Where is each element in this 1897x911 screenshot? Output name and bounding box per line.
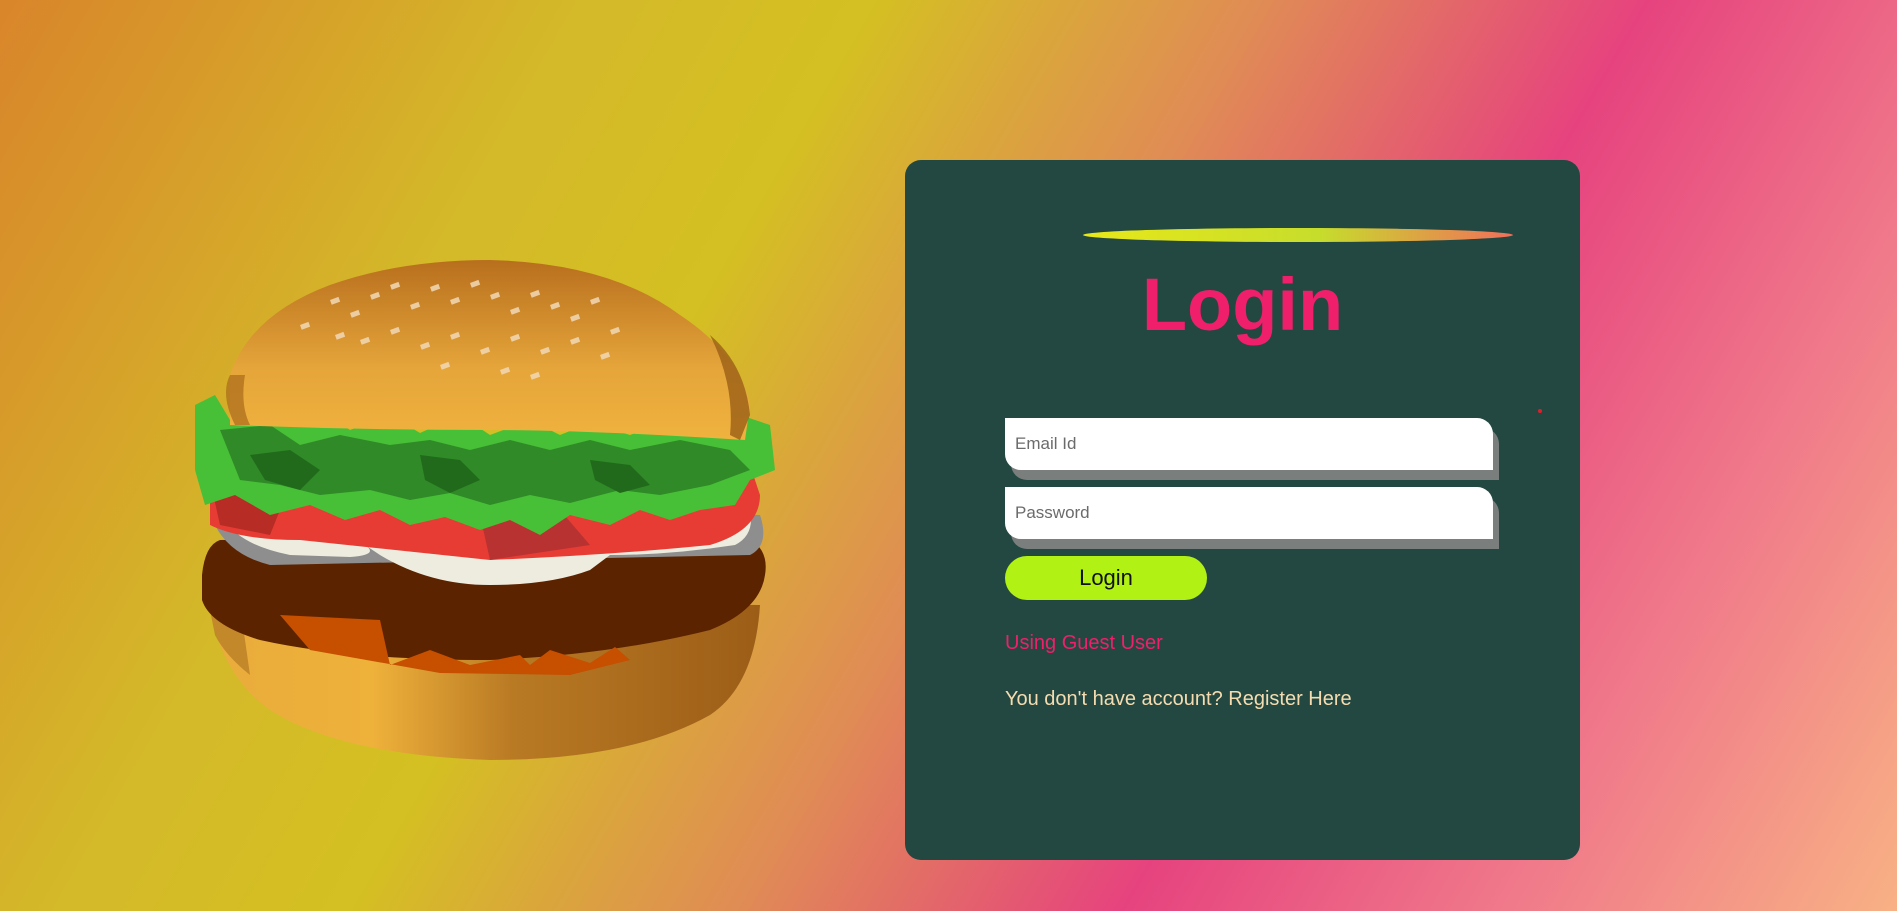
password-field-wrapper bbox=[1005, 487, 1493, 539]
login-button[interactable]: Login bbox=[1005, 556, 1207, 600]
register-prompt-text: You don't have account? bbox=[1005, 688, 1223, 710]
password-input[interactable] bbox=[1005, 487, 1493, 539]
register-prompt: You don't have account? Register Here bbox=[1005, 688, 1352, 711]
register-link[interactable]: Register Here bbox=[1228, 688, 1351, 710]
login-card: Login Login Using Guest User You don't h… bbox=[905, 160, 1580, 860]
burger-illustration bbox=[195, 260, 775, 760]
page-title: Login bbox=[1141, 263, 1344, 346]
accent-bar bbox=[1083, 228, 1513, 242]
email-field-wrapper bbox=[1005, 418, 1493, 470]
decorative-dot bbox=[1538, 409, 1542, 413]
email-input[interactable] bbox=[1005, 418, 1493, 470]
guest-user-link[interactable]: Using Guest User bbox=[1005, 632, 1163, 655]
